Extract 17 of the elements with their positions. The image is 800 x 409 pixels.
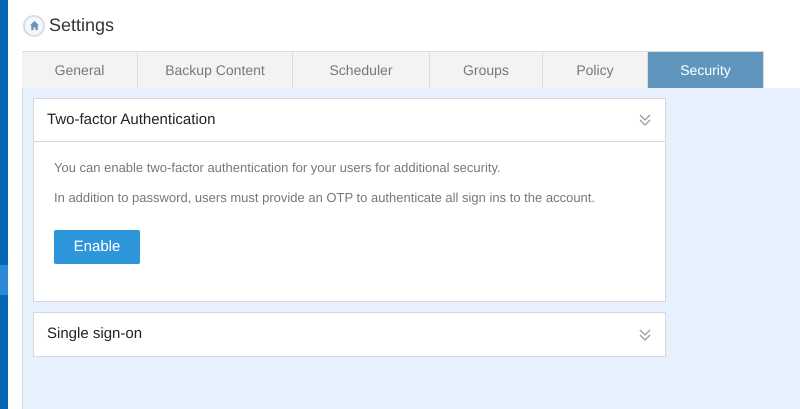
- section-title: Single sign-on: [47, 324, 142, 344]
- home-icon[interactable]: [23, 14, 45, 36]
- description-text: You can enable two-factor authentication for your users for additional security.: [54, 159, 502, 177]
- page-title: Settings: [49, 14, 114, 37]
- tab[interactable]: Scheduler: [293, 51, 430, 88]
- tab[interactable]: General: [22, 51, 138, 88]
- chevron-down-icon: [638, 113, 652, 127]
- section-title: Two-factor Authentication: [47, 110, 216, 130]
- tab[interactable]: Groups: [430, 51, 543, 88]
- accordion-header[interactable]: Two-factor Authentication: [34, 99, 665, 142]
- chevron-down-icon: [638, 328, 652, 342]
- tab[interactable]: Security: [648, 51, 764, 88]
- accordion-header[interactable]: Single sign-on: [34, 313, 665, 356]
- enable-button[interactable]: Enable: [54, 230, 140, 264]
- tab[interactable]: Policy: [543, 51, 648, 88]
- tab[interactable]: Backup Content: [138, 51, 293, 88]
- description-text: In addition to password, users must provide an OTP to authenticate all sign ins to the account.: [54, 189, 596, 207]
